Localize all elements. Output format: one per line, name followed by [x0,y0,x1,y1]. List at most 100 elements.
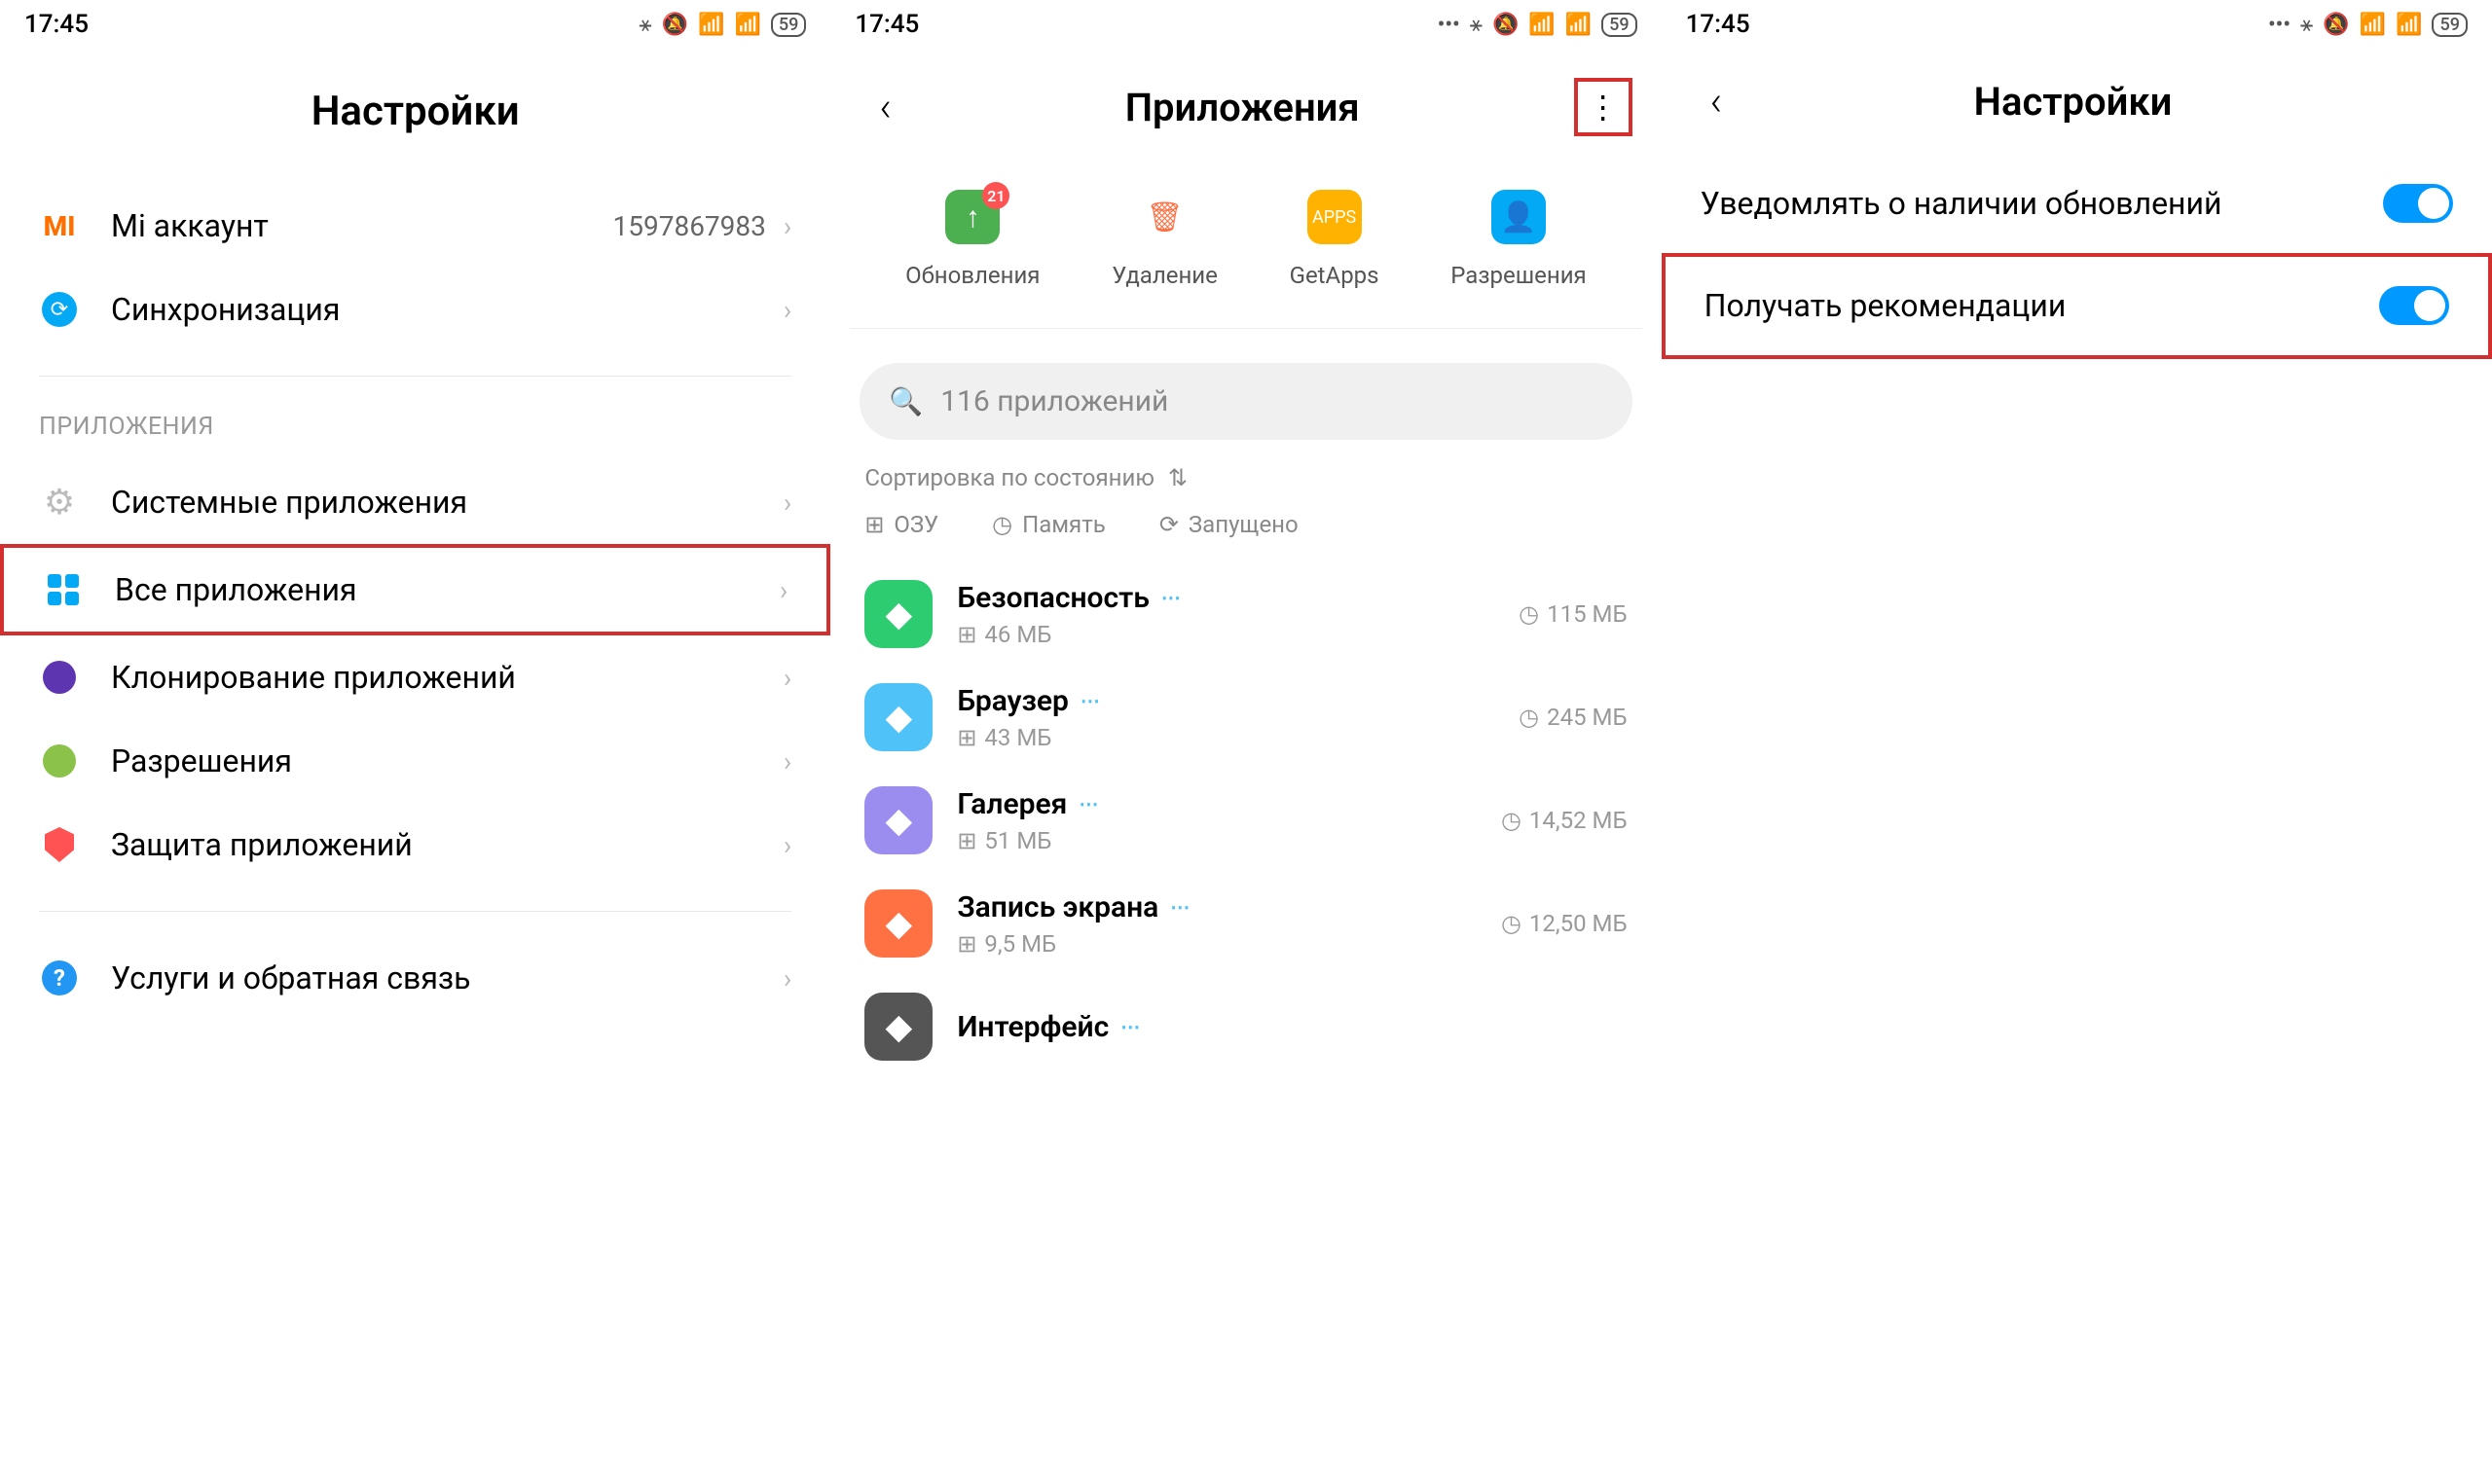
app-name: Галерея⋯ [957,787,1501,821]
system-apps-row[interactable]: ⚙ Системные приложения › [0,460,830,544]
app-row[interactable]: ◆ Безопасность⋯ ⊞46 МБ ◷115 МБ [830,562,1661,666]
person-icon: 👤 [1491,190,1546,244]
chevron-right-icon: › [784,210,791,242]
support-label: Услуги и обратная связь [111,959,784,996]
app-ram: ⊞43 МБ [957,724,1519,751]
signal-icon: 📶 [1528,13,1555,37]
status-icons: ⚹ 🔕 📶 📶 59 [639,13,806,37]
chip-icon: ⊞ [864,511,884,538]
support-row[interactable]: ? Услуги и обратная связь › [0,936,830,1020]
screen-app-settings: 17:45 ••• ⚹ 🔕 📶 📶 59 ‹ Настройки Уведомл… [1662,0,2492,1484]
app-icon: ◆ [864,889,933,958]
permissions-row[interactable]: Разрешения › [0,719,830,803]
filter-running[interactable]: ⟳Запущено [1159,511,1299,538]
action-permissions[interactable]: 👤 Разрешения [1450,190,1586,289]
action-updates-label: Обновления [905,262,1040,289]
action-getapps-label: GetApps [1290,262,1379,289]
status-bar: 17:45 ••• ⚹ 🔕 📶 📶 59 [830,0,1661,49]
bluetooth-icon: ⚹ [639,13,651,37]
app-icon: ◆ [864,993,933,1061]
more-dots-icon: ••• [1438,13,1460,37]
clone-apps-row[interactable]: Клонирование приложений › [0,635,830,719]
all-apps-label: Все приложения [115,571,780,608]
status-time: 17:45 [1686,10,1750,39]
spinner-icon: ⋯ [1120,1015,1140,1038]
app-ram: ⊞46 МБ [957,621,1519,648]
page-title: Приложения [911,85,1574,130]
status-icons: ••• ⚹ 🔕 📶 📶 59 [1438,13,1637,37]
sync-row[interactable]: ⟳ Синхронизация › [0,268,830,351]
grid-icon [43,569,84,610]
mi-account-row[interactable]: MI Mi аккаунт 1597867983 › [0,184,830,268]
back-button[interactable]: ‹ [1691,78,1742,126]
action-getapps[interactable]: APPS GetApps [1290,190,1379,289]
app-storage: ◷14,52 МБ [1501,807,1628,834]
chip-icon: ⊞ [957,621,976,648]
sort-icon: ⇅ [1168,464,1188,491]
clock-icon: ◷ [1501,910,1521,937]
app-name: Интерфейс⋯ [957,1010,1627,1044]
spinner-icon: ⋯ [1170,895,1190,919]
status-time: 17:45 [855,10,919,39]
filter-storage[interactable]: ◷Память [992,511,1106,538]
app-row[interactable]: ◆ Запись экрана⋯ ⊞9,5 МБ ◷12,50 МБ [830,872,1661,975]
page-title: Настройки [1741,79,2404,125]
more-menu-button[interactable]: ⋮ [1574,78,1632,136]
search-icon: 🔍 [889,385,923,417]
signal-icon: 📶 [698,13,724,37]
app-name: Браузер⋯ [957,684,1519,718]
status-bar: 17:45 ⚹ 🔕 📶 📶 59 [0,0,830,49]
gear-icon: ⚙ [39,482,80,523]
toggle-recommend-label: Получать рекомендации [1704,284,2379,328]
app-name: Безопасность⋯ [957,581,1519,615]
app-info: Безопасность⋯ ⊞46 МБ [957,581,1519,648]
wifi-icon: 📶 [2396,13,2422,37]
filter-ram[interactable]: ⊞ОЗУ [864,511,938,538]
app-icon: ◆ [864,683,933,751]
clock-icon: ◷ [992,511,1012,538]
section-header-apps: ПРИЛОЖЕНИЯ [0,401,830,460]
app-row[interactable]: ◆ Браузер⋯ ⊞43 МБ ◷245 МБ [830,666,1661,769]
search-input[interactable]: 🔍 116 приложений [860,363,1631,440]
updates-badge: 21 [982,182,1009,209]
system-apps-label: Системные приложения [111,484,784,521]
chevron-right-icon: › [784,962,791,995]
toggle-update-notify[interactable]: Уведомлять о наличии обновлений [1662,155,2492,253]
status-time: 17:45 [24,10,89,39]
status-icons: ••• ⚹ 🔕 📶 📶 59 [2268,13,2468,37]
action-delete[interactable]: 🗑 Удаление [1112,190,1218,289]
app-protection-row[interactable]: Защита приложений › [0,803,830,887]
chevron-right-icon: › [784,745,791,778]
battery-icon: 59 [1601,13,1636,37]
screen-settings: 17:45 ⚹ 🔕 📶 📶 59 Настройки MI Mi аккаунт… [0,0,830,1484]
app-info: Интерфейс⋯ [957,1010,1627,1044]
sort-dropdown[interactable]: Сортировка по состоянию ⇅ [830,464,1661,511]
action-delete-label: Удаление [1112,262,1218,289]
chip-icon: ⊞ [957,724,976,751]
app-protection-label: Защита приложений [111,826,784,863]
toggle-switch[interactable] [2383,184,2453,223]
mi-account-label: Mi аккаунт [111,207,613,244]
app-info: Запись экрана⋯ ⊞9,5 МБ [957,890,1501,958]
page-title: Настройки [0,49,830,184]
signal-icon: 📶 [2360,13,2386,37]
header-bar: ‹ Приложения ⋮ [830,49,1661,165]
clock-icon: ◷ [1519,600,1539,628]
app-row[interactable]: ◆ Интерфейс⋯ [830,975,1661,1078]
getapps-icon: APPS [1307,190,1362,244]
app-row[interactable]: ◆ Галерея⋯ ⊞51 МБ ◷14,52 МБ [830,769,1661,872]
clone-icon [39,657,80,698]
toggle-switch[interactable] [2379,286,2449,325]
permissions-label: Разрешения [111,742,784,779]
toggle-recommendations[interactable]: Получать рекомендации [1662,253,2492,359]
action-updates[interactable]: ↑21 Обновления [905,190,1040,289]
filter-row: ⊞ОЗУ ◷Память ⟳Запущено [830,511,1661,562]
more-dots-icon: ••• [2268,13,2290,37]
mute-icon: 🔕 [662,13,688,37]
sync-icon: ⟳ [39,289,80,330]
app-icon: ◆ [864,786,933,854]
all-apps-row[interactable]: Все приложения › [0,544,830,635]
back-button[interactable]: ‹ [860,84,911,131]
chip-icon: ⊞ [957,827,976,854]
app-info: Браузер⋯ ⊞43 МБ [957,684,1519,751]
